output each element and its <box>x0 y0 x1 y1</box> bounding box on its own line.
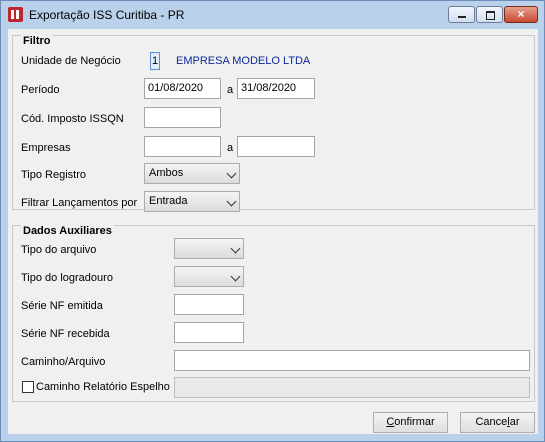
auxiliares-group: Dados Auxiliares Tipo do arquivo Tipo do… <box>12 225 535 402</box>
dialog-body: Filtro Unidade de Negócio 1 EMPRESA MODE… <box>8 29 538 434</box>
tipo-logradouro-label: Tipo do logradouro <box>21 272 113 284</box>
filtrar-value: Entrada <box>149 195 188 207</box>
filtrar-select[interactable]: Entrada <box>144 191 240 212</box>
chevron-down-icon <box>230 271 241 282</box>
espelho-checkbox[interactable] <box>22 381 34 393</box>
empresas-end-field[interactable] <box>237 136 315 157</box>
confirmar-button[interactable]: Confirmar <box>373 412 448 433</box>
filtro-group-title: Filtro <box>21 35 53 47</box>
serie-recebida-label: Série NF recebida <box>21 328 110 340</box>
periodo-label: Período <box>21 84 60 96</box>
auxiliares-group-title: Dados Auxiliares <box>21 225 114 237</box>
empresas-label: Empresas <box>21 142 71 154</box>
cod-imposto-field[interactable] <box>144 107 221 128</box>
chevron-down-icon <box>230 243 241 254</box>
tipo-registro-select[interactable]: Ambos <box>144 163 240 184</box>
app-logo-icon <box>8 7 23 22</box>
minimize-button[interactable] <box>448 6 475 23</box>
unidade-name: EMPRESA MODELO LTDA <box>176 55 311 67</box>
serie-emitida-label: Série NF emitida <box>21 300 103 312</box>
cancelar-button[interactable]: Cancelar <box>460 412 535 433</box>
maximize-button[interactable] <box>476 6 503 23</box>
periodo-separator: a <box>227 84 234 96</box>
cancelar-label-prefix: Cance <box>475 416 508 428</box>
caminho-field[interactable] <box>174 350 530 371</box>
tipo-logradouro-select[interactable] <box>174 266 244 287</box>
chevron-down-icon <box>226 196 237 207</box>
tipo-registro-label: Tipo Registro <box>21 169 87 181</box>
periodo-end-field[interactable]: 31/08/2020 <box>237 78 315 99</box>
periodo-start-field[interactable]: 01/08/2020 <box>144 78 221 99</box>
empresas-start-field[interactable] <box>144 136 221 157</box>
empresas-separator: a <box>227 142 234 154</box>
window-title: Exportação ISS Curitiba - PR <box>29 8 185 22</box>
title-bar[interactable]: Exportação ISS Curitiba - PR × <box>1 1 544 29</box>
close-button[interactable]: × <box>504 6 538 23</box>
espelho-path-field <box>174 377 530 398</box>
unidade-code-field[interactable]: 1 <box>150 52 160 70</box>
maximize-icon <box>486 11 495 20</box>
tipo-registro-value: Ambos <box>149 167 184 179</box>
tipo-arquivo-select[interactable] <box>174 238 244 259</box>
dialog-window: Exportação ISS Curitiba - PR × Filtro Un… <box>0 0 545 442</box>
caminho-label: Caminho/Arquivo <box>21 356 106 368</box>
cod-imposto-label: Cód. Imposto ISSQN <box>21 113 124 125</box>
minimize-icon <box>458 16 466 18</box>
cancelar-label-rest: ar <box>509 416 520 428</box>
unidade-label: Unidade de Negócio <box>21 55 121 67</box>
chevron-down-icon <box>226 168 237 179</box>
espelho-label[interactable]: Caminho Relatório Espelho <box>36 381 170 393</box>
tipo-arquivo-label: Tipo do arquivo <box>21 244 97 256</box>
serie-emitida-field[interactable] <box>174 294 244 315</box>
close-icon: × <box>517 7 525 21</box>
filtro-group: Filtro Unidade de Negócio 1 EMPRESA MODE… <box>12 35 535 212</box>
confirmar-label: onfirmar <box>394 416 435 428</box>
serie-recebida-field[interactable] <box>174 322 244 343</box>
filtrar-label: Filtrar Lançamentos por <box>21 197 138 209</box>
